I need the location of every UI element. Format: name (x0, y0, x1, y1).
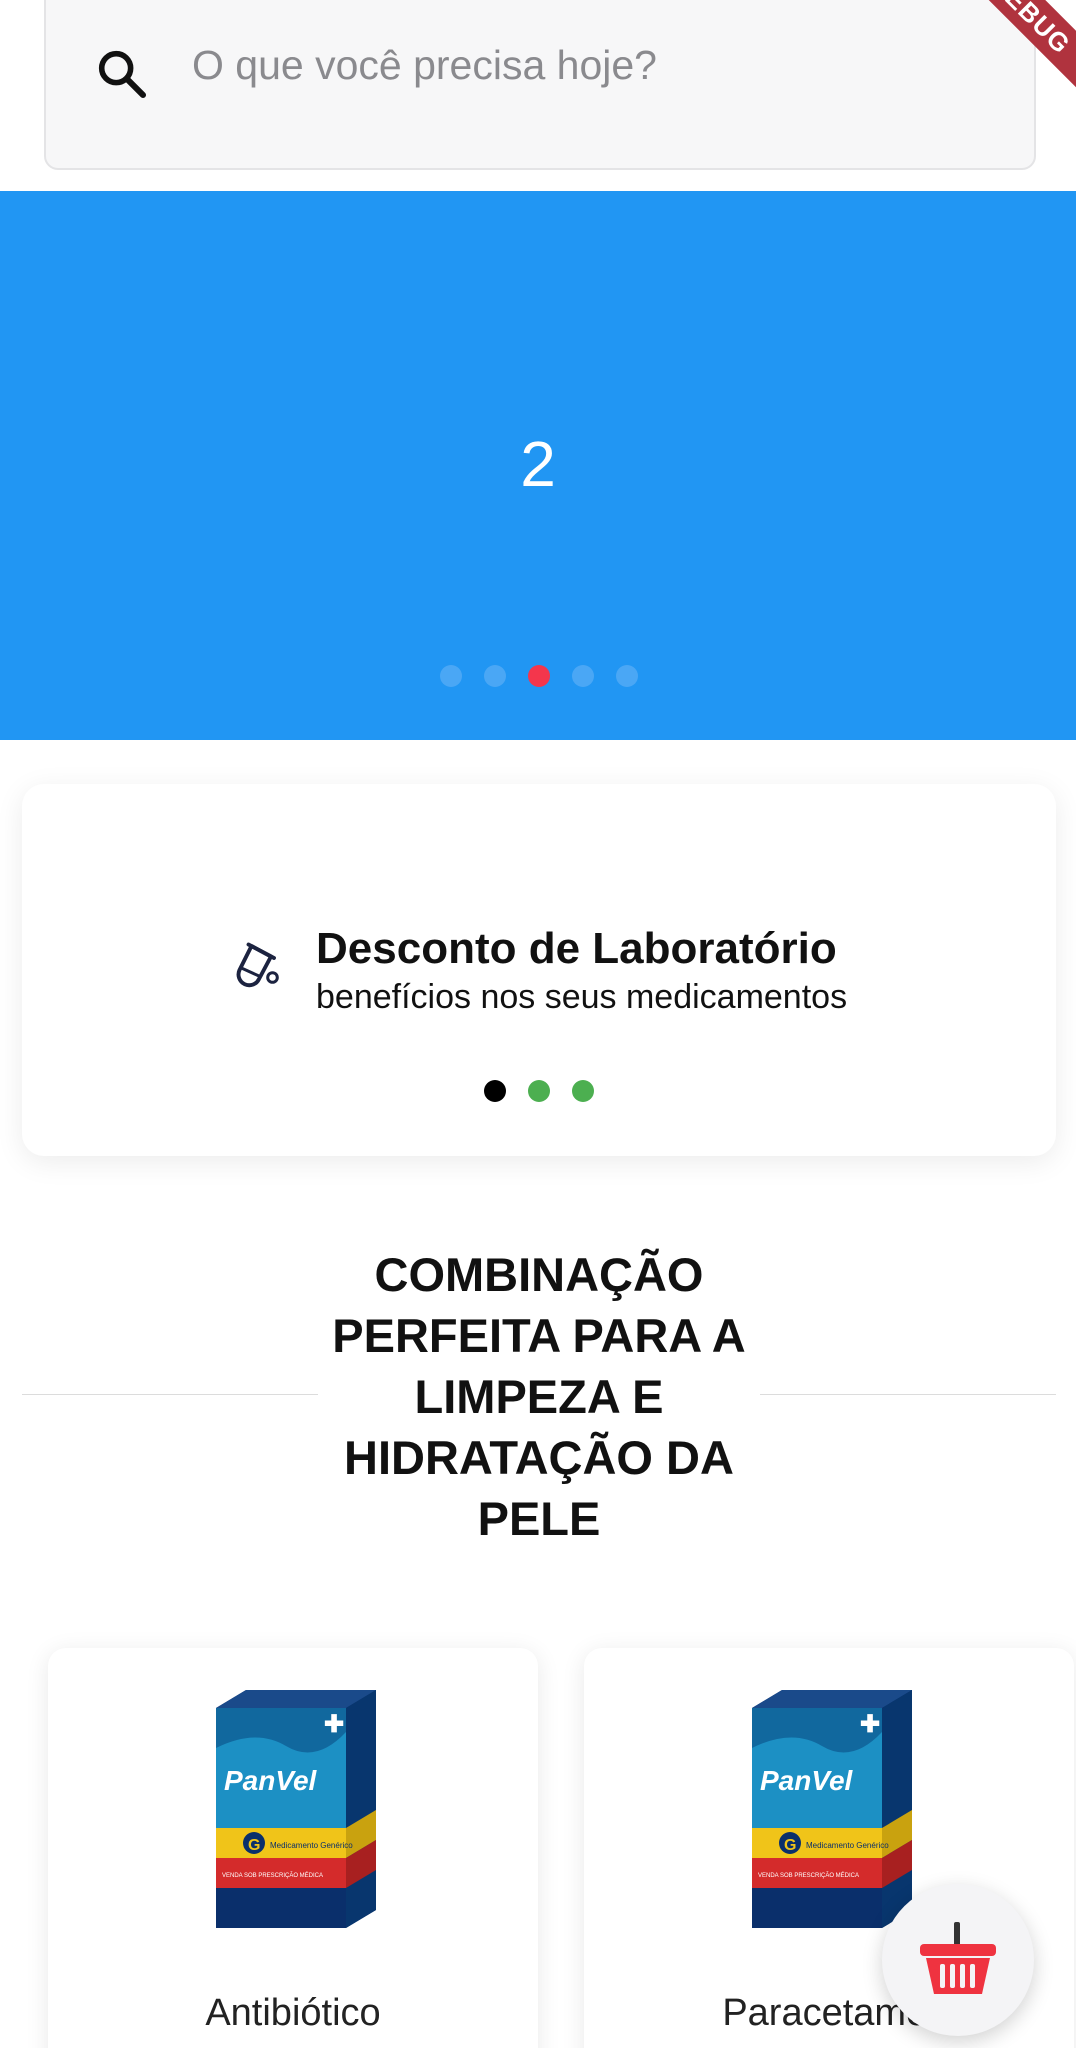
product-brand: PanVel (760, 1765, 854, 1796)
info-subtitle: benefícios nos seus medicamentos (316, 978, 848, 1016)
info-title: Desconto de Laboratório (316, 924, 837, 973)
carousel-dot[interactable] (572, 1080, 594, 1102)
carousel-dot-active[interactable] (528, 665, 550, 687)
cart-button[interactable] (882, 1884, 1034, 2036)
carousel-dot[interactable] (572, 665, 594, 687)
svg-text:✚: ✚ (324, 1711, 344, 1738)
search-bar[interactable]: O que você precisa hoje? (44, 0, 1036, 170)
section-divider (760, 1394, 1056, 1395)
banner-slide-label: 2 (520, 428, 556, 500)
svg-text:Medicamento Genérico: Medicamento Genérico (806, 1841, 889, 1850)
product-card[interactable]: PanVel ✚ G Medicamento Genérico VENDA SO… (48, 1648, 538, 2048)
product-brand: PanVel (224, 1765, 318, 1796)
product-box-image: PanVel ✚ G Medicamento Genérico VENDA SO… (216, 1690, 376, 1928)
product-box-image: PanVel ✚ G Medicamento Genérico VENDA SO… (752, 1690, 912, 1928)
carousel-dot[interactable] (528, 1080, 550, 1102)
banner-carousel-indicators (0, 665, 1076, 689)
svg-text:✚: ✚ (860, 1711, 880, 1738)
svg-text:G: G (248, 1837, 260, 1854)
section-divider (22, 1394, 318, 1395)
lab-flask-icon (236, 942, 279, 988)
svg-text:VENDA SOB PRESCRIÇÃO MÉDICA: VENDA SOB PRESCRIÇÃO MÉDICA (222, 1872, 323, 1879)
carousel-dot-active[interactable] (484, 1080, 506, 1102)
svg-text:Medicamento Genérico: Medicamento Genérico (270, 1841, 353, 1850)
shopping-basket-icon (920, 1922, 996, 1994)
carousel-dot[interactable] (616, 665, 638, 687)
carousel-dot[interactable] (440, 665, 462, 687)
svg-text:G: G (784, 1837, 796, 1854)
info-carousel-indicators (22, 1080, 1056, 1104)
svg-text:VENDA SOB PRESCRIÇÃO MÉDICA: VENDA SOB PRESCRIÇÃO MÉDICA (758, 1872, 859, 1879)
banner-carousel[interactable]: 2 (0, 191, 1076, 740)
info-carousel-card[interactable]: Desconto de Laboratório benefícios nos s… (22, 784, 1056, 1156)
product-name[interactable]: Antibiótico (48, 1992, 538, 2035)
carousel-dot[interactable] (484, 665, 506, 687)
section-title: COMBINAÇÃO PERFEITA PARA A LIMPEZA E HID… (332, 1248, 746, 1545)
search-icon[interactable] (94, 46, 150, 102)
search-input[interactable]: O que você precisa hoje? (192, 42, 657, 89)
page: O que você precisa hoje? DEBUG 2 Descont… (0, 0, 1076, 2048)
